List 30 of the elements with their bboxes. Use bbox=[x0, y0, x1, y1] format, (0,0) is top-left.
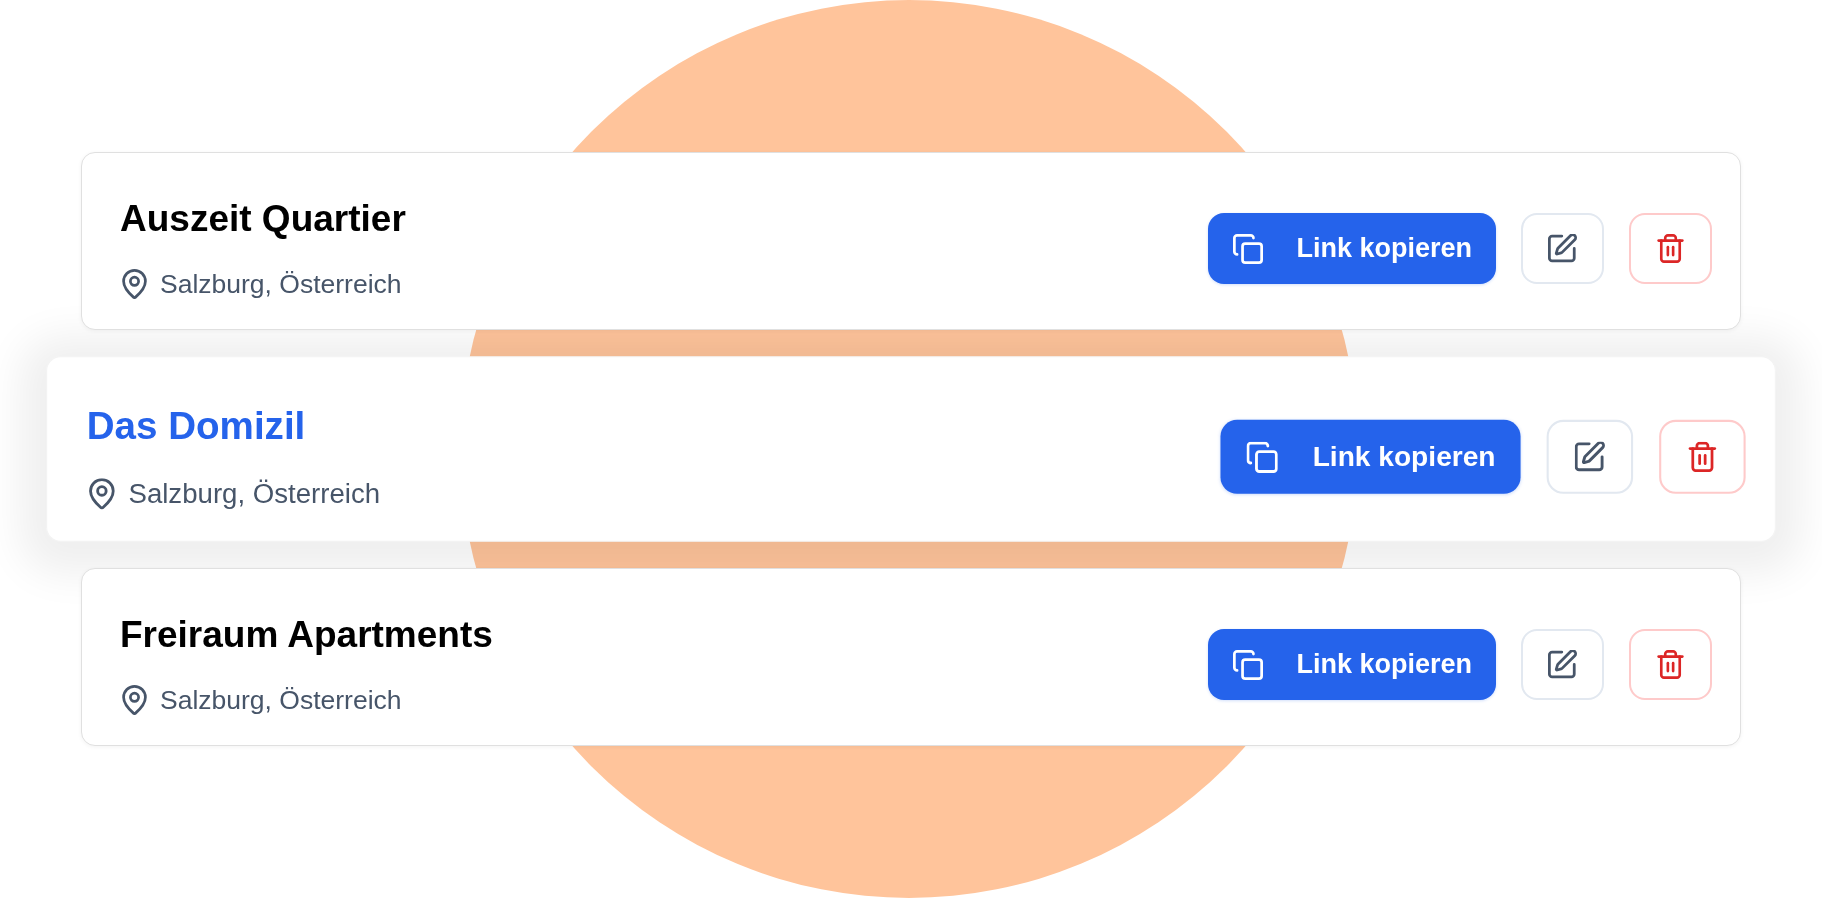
map-pin-icon bbox=[122, 269, 147, 299]
delete-button[interactable] bbox=[1659, 419, 1746, 494]
edit-icon bbox=[1548, 234, 1577, 263]
edit-icon bbox=[1548, 650, 1577, 679]
property-card[interactable]: Auszeit Quartier Salzburg, Österreich Link kopieren bbox=[81, 152, 1741, 330]
map-pin-icon bbox=[122, 685, 147, 715]
copy-link-button[interactable]: Link kopieren bbox=[1208, 629, 1496, 700]
copy-icon bbox=[1233, 233, 1264, 264]
property-title: Auszeit Quartier bbox=[120, 197, 406, 241]
copy-icon bbox=[1233, 649, 1264, 680]
copy-link-button[interactable]: Link kopieren bbox=[1208, 213, 1496, 284]
location-text: Salzburg, Österreich bbox=[160, 684, 402, 716]
copy-link-button[interactable]: Link kopieren bbox=[1220, 419, 1521, 494]
trash-icon bbox=[1687, 441, 1718, 472]
map-pin-icon bbox=[88, 478, 115, 510]
delete-button[interactable] bbox=[1629, 629, 1712, 700]
trash-icon bbox=[1656, 650, 1685, 679]
trash-icon bbox=[1656, 234, 1685, 263]
edit-button[interactable] bbox=[1521, 213, 1604, 284]
location-text: Salzburg, Österreich bbox=[160, 268, 402, 300]
property-title: Freiraum Apartments bbox=[120, 613, 493, 657]
copy-icon bbox=[1247, 441, 1279, 473]
property-title: Das Domizil bbox=[86, 403, 307, 449]
edit-button[interactable] bbox=[1521, 629, 1604, 700]
location-text: Salzburg, Österreich bbox=[128, 477, 381, 511]
delete-button[interactable] bbox=[1629, 213, 1712, 284]
property-card[interactable]: Freiraum Apartments Salzburg, Österreich Link kopieren bbox=[81, 568, 1741, 746]
property-card[interactable]: Das Domizil Salzburg, Österreich Link kopieren bbox=[46, 356, 1776, 542]
edit-icon bbox=[1574, 441, 1605, 472]
edit-button[interactable] bbox=[1546, 419, 1634, 494]
